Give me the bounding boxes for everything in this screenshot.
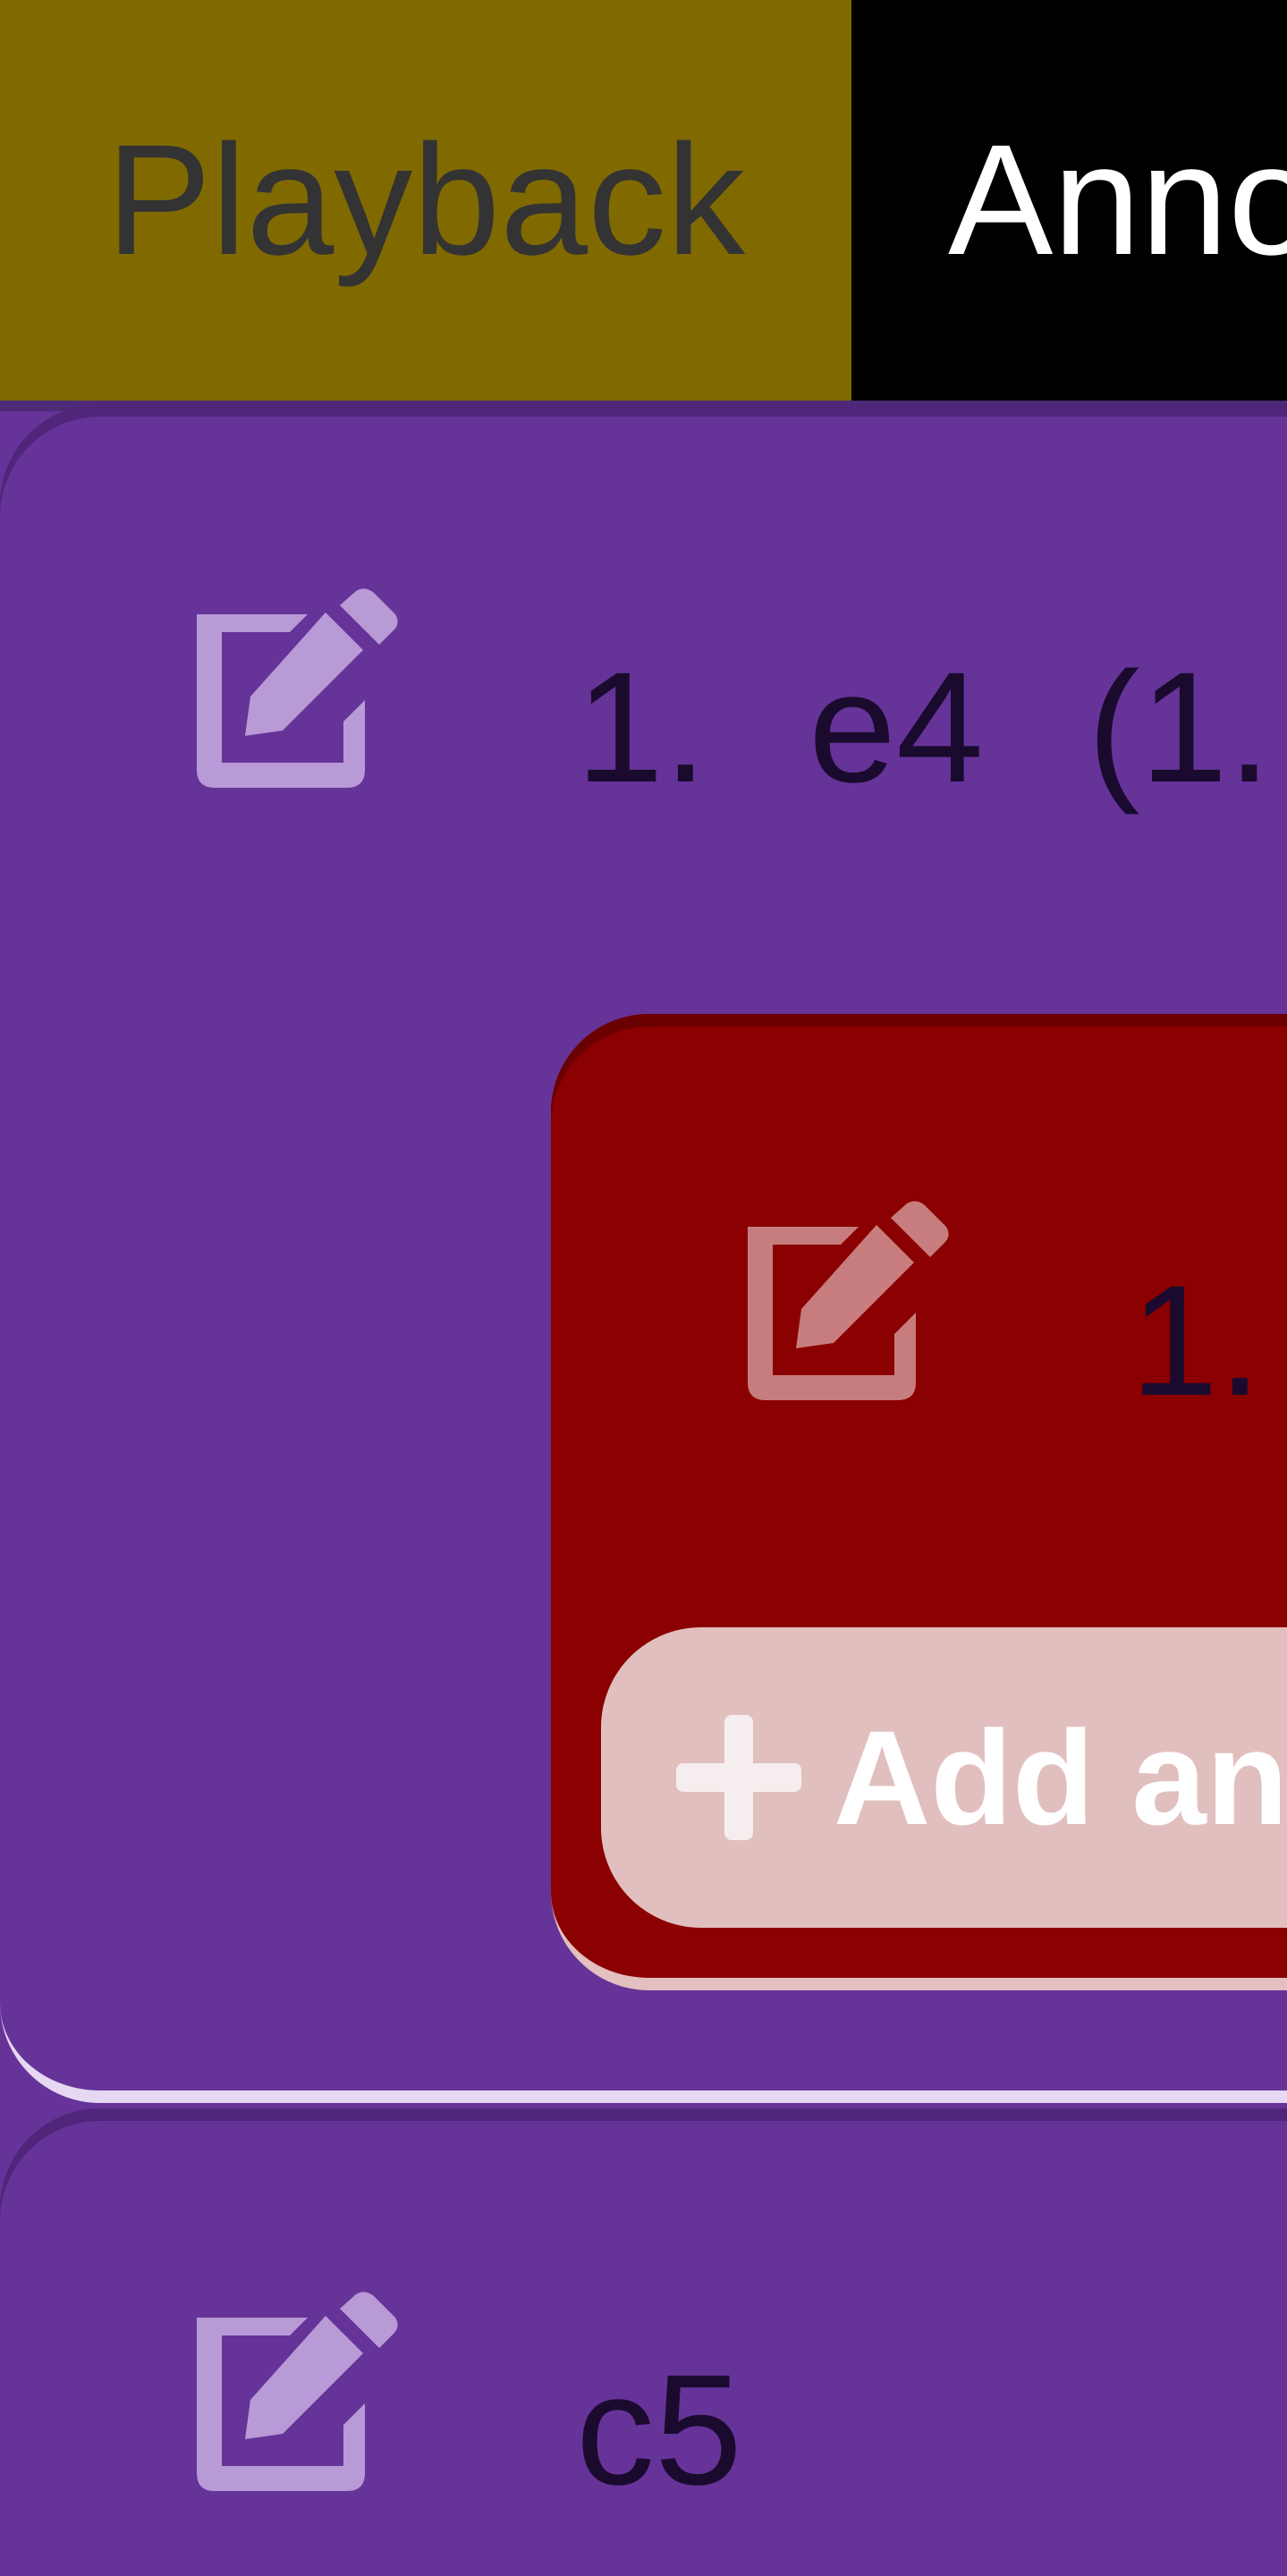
edit-icon[interactable] <box>175 586 401 791</box>
tab-playback-label: Playback <box>106 113 746 288</box>
edit-icon[interactable] <box>726 1198 952 1404</box>
add-annotation-label: Add an <box>834 1702 1287 1853</box>
move-san-e4[interactable]: e4 <box>809 649 984 807</box>
tab-playback[interactable]: Playback <box>0 0 851 401</box>
tab-annotate-label: Anno <box>948 113 1287 288</box>
tab-annotate[interactable]: Anno <box>851 0 1287 401</box>
move-number: 1. <box>576 640 707 815</box>
plus-icon <box>676 1715 801 1840</box>
variation-move-number: 1. <box>1130 1254 1262 1429</box>
variation-open: (1. <box>1088 640 1272 815</box>
tab-bar: Playback Anno <box>0 0 1287 401</box>
move-san-c5[interactable]: c5 <box>576 2352 742 2509</box>
edit-icon[interactable] <box>175 2289 401 2495</box>
add-annotation-button[interactable]: Add an <box>601 1627 1287 1928</box>
